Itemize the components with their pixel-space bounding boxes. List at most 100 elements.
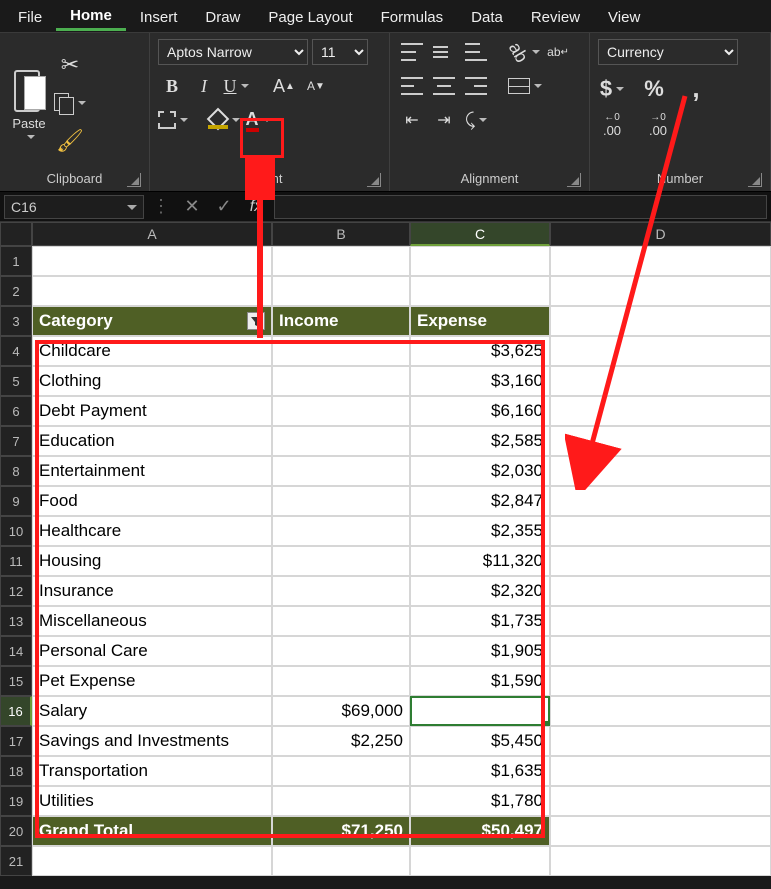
select-all-corner[interactable]	[0, 222, 32, 246]
orientation2-button[interactable]: ⤹	[462, 107, 490, 133]
name-box[interactable]: C16	[4, 195, 144, 219]
row-header-21[interactable]: 21	[0, 846, 32, 876]
font-family-combo[interactable]: Aptos Narrow	[158, 39, 308, 65]
cell[interactable]	[550, 576, 771, 606]
cell[interactable]	[410, 276, 550, 306]
cell[interactable]: $3,625	[410, 336, 550, 366]
cell[interactable]	[550, 696, 771, 726]
cell[interactable]: Grand Total	[32, 816, 272, 846]
cell[interactable]	[550, 546, 771, 576]
font-launcher[interactable]	[367, 173, 381, 187]
row-header-3[interactable]: 3	[0, 306, 32, 336]
cell[interactable]	[550, 636, 771, 666]
percent-format-button[interactable]: %	[640, 76, 668, 102]
formula-input[interactable]	[274, 195, 767, 219]
cell[interactable]	[550, 456, 771, 486]
cell[interactable]: Food	[32, 486, 272, 516]
cell[interactable]	[272, 486, 410, 516]
cell[interactable]: $2,320	[410, 576, 550, 606]
cell[interactable]	[272, 756, 410, 786]
row-header-6[interactable]: 6	[0, 396, 32, 426]
row-header-12[interactable]: 12	[0, 576, 32, 606]
align-middle-button[interactable]	[430, 39, 458, 65]
cell[interactable]: $1,905	[410, 636, 550, 666]
tab-view[interactable]: View	[594, 3, 654, 30]
filter-icon[interactable]	[247, 312, 265, 330]
number-launcher[interactable]	[748, 173, 762, 187]
col-header-D[interactable]: D	[550, 222, 771, 246]
cell[interactable]: $69,000	[272, 696, 410, 726]
copy-button[interactable]	[54, 90, 86, 116]
decrease-decimal-button[interactable]: ←0.00	[598, 112, 626, 138]
cell[interactable]	[550, 276, 771, 306]
row-header-17[interactable]: 17	[0, 726, 32, 756]
cell[interactable]	[550, 336, 771, 366]
row-header-14[interactable]: 14	[0, 636, 32, 666]
align-left-button[interactable]	[398, 73, 426, 99]
row-header-13[interactable]: 13	[0, 606, 32, 636]
row-header-9[interactable]: 9	[0, 486, 32, 516]
cell[interactable]	[550, 726, 771, 756]
cell[interactable]	[550, 846, 771, 876]
cell[interactable]: $1,735	[410, 606, 550, 636]
cell[interactable]: $2,250	[272, 726, 410, 756]
cell[interactable]: $2,847	[410, 486, 550, 516]
paste-button[interactable]: Paste	[8, 53, 50, 153]
cell[interactable]: $2,030	[410, 456, 550, 486]
orientation-button[interactable]: ab	[508, 39, 540, 65]
format-painter-button[interactable]: 🖌	[56, 128, 84, 154]
cell[interactable]: Housing	[32, 546, 272, 576]
cell[interactable]: $3,160	[410, 366, 550, 396]
cell[interactable]	[32, 276, 272, 306]
cell[interactable]: Utilities	[32, 786, 272, 816]
row-header-19[interactable]: 19	[0, 786, 32, 816]
tab-draw[interactable]: Draw	[191, 3, 254, 30]
borders-button[interactable]	[158, 107, 188, 133]
italic-button[interactable]: I	[190, 73, 218, 99]
col-header-A[interactable]: A	[32, 222, 272, 246]
cell[interactable]	[272, 426, 410, 456]
tab-insert[interactable]: Insert	[126, 3, 192, 30]
cell[interactable]	[272, 246, 410, 276]
cell[interactable]: $2,585	[410, 426, 550, 456]
cell[interactable]	[272, 606, 410, 636]
cell[interactable]	[550, 816, 771, 846]
cell[interactable]: Personal Care	[32, 636, 272, 666]
cell[interactable]: Entertainment	[32, 456, 272, 486]
row-header-16[interactable]: 16	[0, 696, 32, 726]
increase-indent-button[interactable]: ⇥	[430, 107, 458, 133]
cell[interactable]	[550, 426, 771, 456]
align-bottom-button[interactable]	[462, 39, 490, 65]
cell[interactable]: $1,780	[410, 786, 550, 816]
row-header-5[interactable]: 5	[0, 366, 32, 396]
align-center-button[interactable]	[430, 73, 458, 99]
cell[interactable]: Expense	[410, 306, 550, 336]
tab-home[interactable]: Home	[56, 1, 126, 31]
font-color-button[interactable]: A	[244, 107, 272, 133]
accounting-format-button[interactable]: $	[598, 76, 626, 102]
cell[interactable]: Income	[272, 306, 410, 336]
cell[interactable]: Transportation	[32, 756, 272, 786]
cell[interactable]: Debt Payment	[32, 396, 272, 426]
cell[interactable]: Insurance	[32, 576, 272, 606]
row-header-10[interactable]: 10	[0, 516, 32, 546]
grow-font-button[interactable]: A▲	[270, 73, 298, 99]
row-header-4[interactable]: 4	[0, 336, 32, 366]
cell[interactable]: Childcare	[32, 336, 272, 366]
cell[interactable]	[410, 846, 550, 876]
tab-formulas[interactable]: Formulas	[367, 3, 458, 30]
row-header-8[interactable]: 8	[0, 456, 32, 486]
cell[interactable]	[32, 846, 272, 876]
tab-data[interactable]: Data	[457, 3, 517, 30]
decrease-indent-button[interactable]: ⇤	[398, 107, 426, 133]
cell[interactable]	[550, 666, 771, 696]
cell[interactable]: Healthcare	[32, 516, 272, 546]
cell[interactable]	[272, 786, 410, 816]
cell[interactable]: $11,320	[410, 546, 550, 576]
tab-page-layout[interactable]: Page Layout	[254, 3, 366, 30]
cell[interactable]	[272, 366, 410, 396]
active-cell[interactable]	[410, 696, 550, 726]
bold-button[interactable]: B	[158, 73, 186, 99]
cell[interactable]: $1,590	[410, 666, 550, 696]
cell[interactable]	[272, 456, 410, 486]
